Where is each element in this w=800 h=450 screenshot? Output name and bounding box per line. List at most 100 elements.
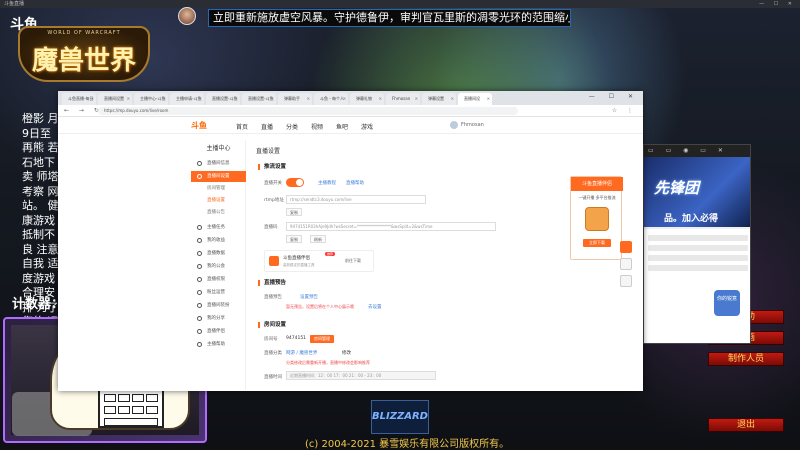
sidebar-item-active[interactable]: 直播间设置 (191, 171, 246, 182)
promo-banner[interactable]: 先锋团 品。加入必得 (644, 157, 750, 227)
list-item[interactable] (648, 255, 748, 261)
sidebar-item[interactable]: 粉丝运营 (191, 287, 246, 298)
copy-key-button[interactable]: 复制 (286, 235, 302, 243)
close-icon[interactable]: ✕ (451, 96, 454, 101)
sidebar-item-label: 主播任务 (207, 225, 225, 230)
room-manage-button[interactable]: 房间管理 (310, 335, 334, 343)
category-change[interactable]: 修改 (342, 350, 351, 356)
extension-icons[interactable]: ☆ ⋮ (612, 107, 637, 114)
close-icon[interactable]: ✕ (91, 96, 94, 101)
close-icon[interactable]: ✕ (307, 96, 310, 101)
companion-icon (269, 256, 279, 266)
browser-window-controls[interactable]: — ☐ ✕ (589, 93, 639, 100)
browser-tab[interactable]: 弹幕礼物 ✕ (350, 93, 384, 105)
list-item[interactable] (648, 265, 748, 271)
close-icon[interactable]: ✕ (163, 96, 166, 101)
sidebar-subitem-active[interactable]: 直播设置 (191, 196, 246, 206)
browser-tab[interactable]: 弹幕助手 ✕ (278, 93, 312, 105)
float-top-icon[interactable] (620, 275, 632, 287)
key-label: 直播码 (264, 225, 278, 230)
sidebar-item[interactable]: 我的收益 (191, 235, 246, 246)
notice-go-link[interactable]: 去设置 (368, 304, 382, 310)
nav-link-category[interactable]: 分类 (286, 122, 298, 131)
sidebar-subitem[interactable]: 房间管理 (191, 184, 246, 194)
close-icon[interactable]: ✕ (235, 96, 238, 101)
site-logo[interactable]: 斗鱼 (191, 120, 217, 131)
section-notice: 直播预告 (258, 280, 286, 286)
close-icon[interactable]: ✕ (487, 96, 490, 101)
category-link[interactable]: 网游 / 魔兽世界 (286, 350, 317, 356)
browser-window: 斗鱼直播-每日 ✕ 直播间设置 ✕ 主播中心-斗鱼 ✕ 主播申请-斗鱼 ✕ 直播设置-斗… (58, 91, 643, 391)
user-avatar[interactable] (450, 121, 458, 129)
browser-tab[interactable]: 主播申请-斗鱼 ✕ (170, 93, 204, 105)
sidebar-item[interactable]: 主播任务 (191, 222, 246, 233)
browser-tab[interactable]: 斗鱼 - 每个人 ✕ (314, 93, 348, 105)
sidebar-item[interactable]: 直播间装扮 (191, 300, 246, 311)
nav-link-live[interactable]: 直播 (261, 122, 273, 131)
browser-tab[interactable]: 直播设置-斗鱼 ✕ (242, 93, 276, 105)
menu-exit-button[interactable]: 退出 (708, 418, 784, 432)
help-link-tutorial[interactable]: 主播教程 (318, 180, 336, 186)
refresh-key-button[interactable]: 刷新 (310, 235, 326, 243)
sidebar-item[interactable]: 我的公会 (191, 261, 246, 272)
nav-link-yuba[interactable]: 鱼吧 (336, 122, 348, 131)
time-field[interactable]: 近期直播时间：12：00 17：00 21：00 - 23：00 (286, 371, 436, 380)
sidebar-item[interactable]: 直播数据 (191, 248, 246, 259)
ad-download-button[interactable]: 立即下载 (583, 239, 611, 247)
page-title: 直播设置 (256, 148, 281, 155)
window-titlebar: 斗鱼直播 — ☐ ✕ (0, 0, 800, 8)
browser-tab[interactable]: 斗鱼直播-每日 ✕ (62, 93, 96, 105)
menu-credits-button[interactable]: 制作人员 (708, 352, 784, 366)
key (132, 394, 144, 402)
browser-tab-active[interactable]: 直播间设 ✕ (458, 93, 492, 105)
tab-label: 直播设置-斗鱼 (248, 96, 274, 101)
time-label: 直播时间 (264, 375, 282, 380)
list-item[interactable] (648, 245, 748, 251)
tab-label: 直播间设 (464, 96, 480, 101)
sidebar-item[interactable]: 我的分享 (191, 313, 246, 324)
sidebar-item[interactable]: 直播权限 (191, 274, 246, 285)
browser-tab[interactable]: Fhmosan ✕ (386, 93, 420, 105)
browser-tab[interactable]: 直播间设置 ✕ (98, 93, 132, 105)
secondary-badge[interactable]: 你的锐意 (714, 290, 740, 316)
browser-tab[interactable]: 主播中心-斗鱼 ✕ (134, 93, 168, 105)
section-stream-settings: 推流设置 (258, 164, 286, 170)
streamer-avatar (178, 7, 196, 25)
url-input[interactable]: https://mp.douyu.com/live/room (98, 107, 518, 115)
float-feedback-icon[interactable] (620, 258, 632, 270)
nav-link-video[interactable]: 视频 (311, 122, 323, 131)
window-controls[interactable]: — ☐ ✕ (759, 1, 796, 7)
list-item[interactable] (648, 235, 748, 241)
item-icon (197, 251, 202, 256)
help-link-help[interactable]: 直播帮助 (346, 180, 364, 186)
browser-tab[interactable]: 弹幕设置 ✕ (422, 93, 456, 105)
companion-promo-card[interactable]: 斗鱼直播伴侣 高效稳定的直播工具 推荐 前往下载 (264, 250, 374, 272)
stream-toggle[interactable] (286, 178, 304, 187)
companion-ad[interactable]: 斗鱼直播伴侣 一键开播 多平台推流 立即下载 (570, 176, 623, 260)
sidebar-subitem[interactable]: 直播公告 (191, 208, 246, 218)
stream-key-field[interactable]: 9474151R03hAje9Jdh?wsSecret=************… (286, 222, 496, 231)
sidebar-item[interactable]: 主播帮助 (191, 339, 246, 350)
counter-label: 计数器： (12, 297, 65, 312)
close-icon[interactable]: ✕ (199, 96, 202, 101)
float-action-icon[interactable] (620, 241, 632, 253)
nav-link-home[interactable]: 首页 (236, 122, 248, 131)
close-icon[interactable]: ✕ (415, 96, 418, 101)
close-icon[interactable]: ✕ (271, 96, 274, 101)
close-icon[interactable]: ✕ (343, 96, 346, 101)
item-icon (197, 303, 202, 308)
copy-server-button[interactable]: 复制 (286, 208, 302, 216)
user-name[interactable]: Fhmosan (461, 122, 484, 128)
item-icon (197, 225, 202, 230)
secondary-window-icons[interactable]: ▭ ▭ ◉ ▭ ✕ (648, 147, 728, 154)
item-icon (197, 316, 202, 321)
sidebar-item[interactable]: 直播伴侣 (191, 326, 246, 337)
promo-download-button[interactable]: 前往下载 (345, 258, 361, 264)
nav-link-game[interactable]: 游戏 (361, 122, 373, 131)
browser-tab[interactable]: 直播设置-斗鱼 ✕ (206, 93, 240, 105)
sidebar-item[interactable]: 直播间信息 (191, 158, 246, 169)
close-icon[interactable]: ✕ (127, 96, 130, 101)
close-icon[interactable]: ✕ (379, 96, 382, 101)
rtmp-server-field[interactable]: rtmp://sendtc3.douyu.com/live (286, 195, 426, 204)
notice-set-link[interactable]: 设置预告 (300, 294, 318, 300)
